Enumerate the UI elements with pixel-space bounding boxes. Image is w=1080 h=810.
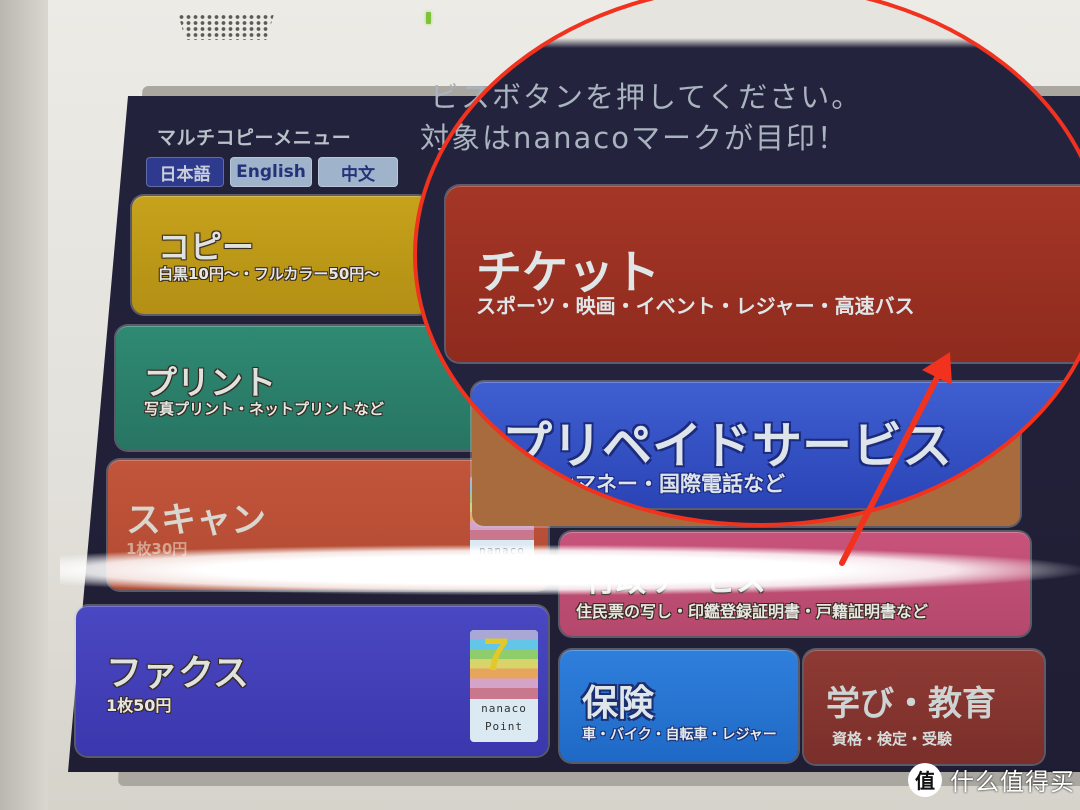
ticket-button[interactable]: チケット スポーツ・映画・イベント・レジャー・高速バス <box>446 186 1080 362</box>
watermark-logo-icon: 值 <box>908 762 942 797</box>
ticket-subtitle: スポーツ・映画・イベント・レジャー・高速バス <box>476 294 915 318</box>
watermark: 值 什么值得买 <box>908 762 1075 797</box>
watermark-text: 什么值得买 <box>950 768 1075 796</box>
instruction-line-2-magnified: 対象はnanacoマークが目印！ <box>420 121 848 155</box>
